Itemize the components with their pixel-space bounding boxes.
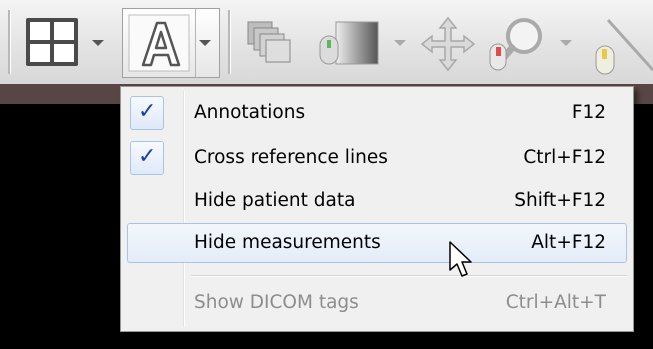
image-stack-icon <box>247 21 291 63</box>
menu-item-shortcut: Alt+F12 <box>531 232 606 253</box>
menu-item-shortcut: Ctrl+F12 <box>523 147 606 168</box>
zoom-dropdown-arrow[interactable] <box>560 40 572 46</box>
mouse-pointer-icon <box>449 241 472 277</box>
menu-item-hide-measurements[interactable]: Hide measurements Alt+F12 <box>127 223 627 263</box>
magnifier-icon <box>489 18 542 71</box>
window-level-button[interactable] <box>318 18 384 68</box>
menu-item-hide-patient-data[interactable]: Hide patient data Shift+F12 <box>124 181 628 221</box>
move-arrows-icon <box>420 16 476 72</box>
menu-separator <box>191 275 627 277</box>
menu-item-label: Hide measurements <box>194 232 381 253</box>
toolbar-separator <box>228 10 231 74</box>
toolbar-separator <box>8 10 11 74</box>
check-icon: ✓ <box>130 141 164 175</box>
layout-button[interactable] <box>24 16 80 68</box>
window-level-dropdown-arrow[interactable] <box>394 40 406 46</box>
menu-item-annotations[interactable]: ✓ Annotations F12 <box>124 93 628 133</box>
menu-item-shortcut: Shift+F12 <box>514 190 606 211</box>
pan-button[interactable] <box>420 16 476 72</box>
menu-item-shortcut: Ctrl+Alt+T <box>505 292 606 313</box>
ruler-icon <box>595 18 653 75</box>
letter-a-icon <box>128 14 190 72</box>
menu-item-label: Show DICOM tags <box>194 292 359 313</box>
toolbar <box>0 0 653 84</box>
menu-item-label: Hide patient data <box>194 190 356 211</box>
grid-layout-icon <box>26 18 78 66</box>
menu-item-show-dicom-tags[interactable]: Show DICOM tags Ctrl+Alt+T <box>124 283 628 323</box>
layout-dropdown-arrow[interactable] <box>92 40 104 46</box>
check-icon: ✓ <box>130 96 164 130</box>
menu-item-shortcut: F12 <box>571 102 606 123</box>
window-level-icon <box>319 21 379 65</box>
zoom-button[interactable] <box>488 14 548 74</box>
annotations-dropdown-arrow[interactable] <box>199 40 211 46</box>
image-stack-button[interactable] <box>246 20 294 68</box>
menu-item-label: Annotations <box>194 102 306 123</box>
annotations-menu: ✓ Annotations F12 ✓ Cross reference line… <box>120 86 634 332</box>
menu-item-label: Cross reference lines <box>194 147 388 168</box>
measure-button[interactable] <box>590 18 653 78</box>
menu-item-cross-reference-lines[interactable]: ✓ Cross reference lines Ctrl+F12 <box>124 138 628 178</box>
